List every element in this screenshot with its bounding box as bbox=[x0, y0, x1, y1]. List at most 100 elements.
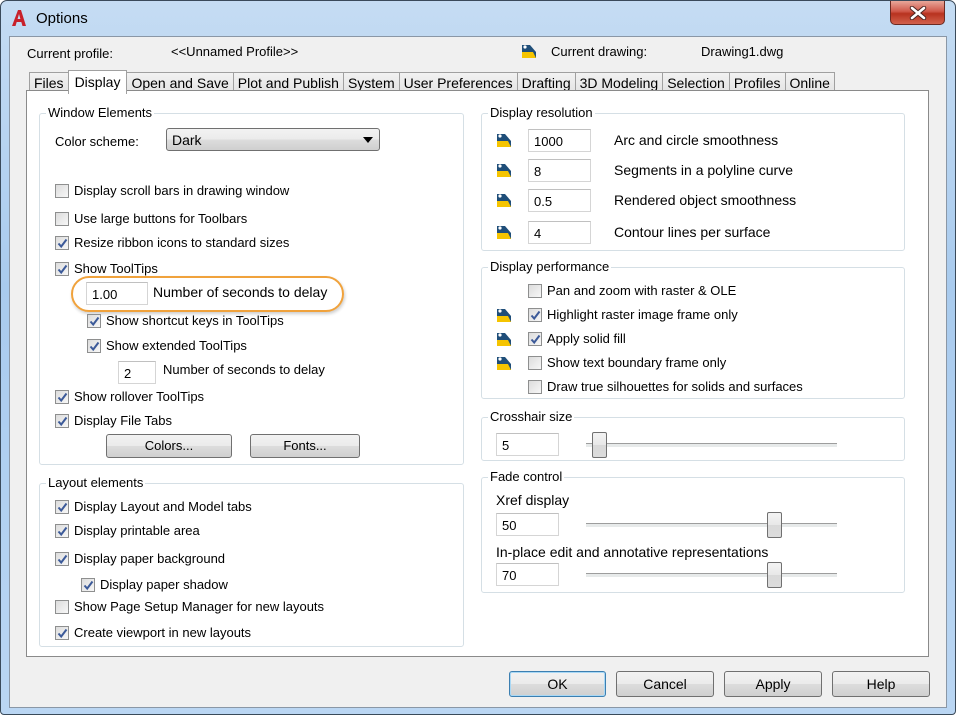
checkbox-label: Apply solid fill bbox=[547, 331, 626, 346]
checkbox-box[interactable] bbox=[528, 355, 542, 370]
checkbox-label: Display paper background bbox=[74, 551, 226, 566]
current-profile-value: <<Unnamed Profile>> bbox=[171, 44, 299, 59]
checkbox-extended-tooltips[interactable]: Show extended ToolTips bbox=[87, 338, 247, 353]
cancel-button[interactable]: Cancel bbox=[616, 671, 714, 697]
inplace-edit-label: In-place edit and annotative representat… bbox=[496, 544, 769, 560]
inplace-edit-input[interactable]: 70 bbox=[496, 563, 559, 586]
window-title: Options bbox=[36, 10, 88, 27]
checkbox-display-file-tabs[interactable]: Display File Tabs bbox=[55, 413, 172, 428]
checkbox-box[interactable] bbox=[55, 211, 69, 226]
checkbox-paper-shadow[interactable]: Display paper shadow bbox=[81, 577, 228, 592]
display-resolution-title: Display resolution bbox=[488, 105, 595, 120]
checkbox-resize-ribbon-icons[interactable]: Resize ribbon icons to standard sizes bbox=[55, 235, 289, 250]
checkbox-highlight-raster-frame[interactable]: Highlight raster image frame only bbox=[528, 307, 738, 322]
crosshair-size-title: Crosshair size bbox=[488, 409, 575, 424]
checkbox-label: Show ToolTips bbox=[74, 261, 158, 276]
slider-thumb[interactable] bbox=[767, 512, 783, 538]
checkmark-icon bbox=[57, 416, 68, 426]
slider-track bbox=[586, 573, 837, 577]
checkbox-display-scroll-bars[interactable]: Display scroll bars in drawing window bbox=[55, 183, 289, 198]
checkmark-icon bbox=[89, 341, 100, 351]
checkbox-apply-solid-fill[interactable]: Apply solid fill bbox=[528, 331, 626, 346]
ok-button[interactable]: OK bbox=[509, 671, 606, 697]
resolution-label: Rendered object smoothness bbox=[614, 192, 797, 208]
checkbox-box[interactable] bbox=[528, 307, 542, 322]
color-scheme-dropdown[interactable]: Dark bbox=[166, 128, 380, 151]
checkbox-label: Display scroll bars in drawing window bbox=[74, 183, 290, 198]
checkbox-box[interactable] bbox=[55, 523, 69, 538]
checkbox-layout-model-tabs[interactable]: Display Layout and Model tabs bbox=[55, 499, 252, 514]
close-button[interactable] bbox=[890, 1, 945, 25]
checkbox-box[interactable] bbox=[87, 313, 101, 328]
resolution-input[interactable]: 1000 bbox=[528, 129, 591, 152]
extended-delay-label: Number of seconds to delay bbox=[163, 362, 325, 377]
checkbox-box[interactable] bbox=[81, 577, 95, 592]
drawing-file-icon bbox=[496, 192, 512, 208]
checkbox-label: Create viewport in new layouts bbox=[74, 625, 252, 640]
checkbox-paper-background[interactable]: Display paper background bbox=[55, 551, 225, 566]
checkbox-box[interactable] bbox=[55, 413, 69, 428]
resolution-input[interactable]: 8 bbox=[528, 159, 591, 182]
xref-display-slider[interactable] bbox=[586, 512, 837, 538]
checkbox-rollover-tooltips[interactable]: Show rollover ToolTips bbox=[55, 389, 204, 404]
crosshair-size-slider[interactable] bbox=[586, 432, 837, 458]
checkbox-label: Resize ribbon icons to standard sizes bbox=[74, 235, 290, 250]
color-scheme-label: Color scheme: bbox=[55, 134, 139, 149]
display-performance-title: Display performance bbox=[488, 259, 612, 274]
slider-thumb[interactable] bbox=[591, 432, 607, 458]
slider-thumb[interactable] bbox=[767, 562, 783, 588]
checkbox-box[interactable] bbox=[55, 625, 69, 640]
resolution-input[interactable]: 4 bbox=[528, 221, 591, 244]
checkbox-box[interactable] bbox=[87, 338, 101, 353]
checkbox-true-silhouettes[interactable]: Draw true silhouettes for solids and sur… bbox=[528, 379, 803, 394]
checkmark-icon bbox=[530, 310, 541, 320]
checkbox-box[interactable] bbox=[55, 183, 69, 198]
extended-delay-input[interactable]: 2 bbox=[118, 361, 156, 384]
checkbox-show-tooltips[interactable]: Show ToolTips bbox=[55, 261, 158, 276]
checkmark-icon bbox=[57, 264, 68, 274]
checkmark-icon bbox=[57, 238, 68, 248]
checkbox-box[interactable] bbox=[528, 379, 542, 394]
checkbox-large-buttons[interactable]: Use large buttons for Toolbars bbox=[55, 211, 247, 226]
checkbox-box[interactable] bbox=[55, 551, 69, 566]
checkbox-label: Show shortcut keys in ToolTips bbox=[106, 313, 284, 328]
checkbox-page-setup-manager[interactable]: Show Page Setup Manager for new layouts bbox=[55, 599, 324, 614]
checkbox-box[interactable] bbox=[528, 283, 542, 298]
resolution-input[interactable]: 0.5 bbox=[528, 189, 591, 212]
checkbox-box[interactable] bbox=[55, 261, 69, 276]
checkbox-box[interactable] bbox=[55, 499, 69, 514]
current-drawing-label: Current drawing: bbox=[551, 44, 648, 59]
colors-button[interactable]: Colors... bbox=[106, 434, 232, 458]
checkbox-label: Display Layout and Model tabs bbox=[74, 499, 252, 514]
checkbox-box[interactable] bbox=[528, 331, 542, 346]
checkbox-label: Show text boundary frame only bbox=[547, 355, 727, 370]
checkbox-text-boundary-frame[interactable]: Show text boundary frame only bbox=[528, 355, 726, 370]
apply-button[interactable]: Apply bbox=[724, 671, 822, 697]
layout-elements-title: Layout elements bbox=[46, 475, 146, 490]
crosshair-size-input[interactable]: 5 bbox=[496, 433, 559, 456]
checkbox-create-viewport[interactable]: Create viewport in new layouts bbox=[55, 625, 251, 640]
checkbox-box[interactable] bbox=[55, 235, 69, 250]
checkbox-printable-area[interactable]: Display printable area bbox=[55, 523, 200, 538]
checkmark-icon bbox=[57, 392, 68, 402]
checkbox-box[interactable] bbox=[55, 599, 69, 614]
drawing-file-icon bbox=[496, 355, 512, 371]
fonts-button[interactable]: Fonts... bbox=[250, 434, 360, 458]
checkmark-icon bbox=[83, 580, 94, 590]
resolution-label: Segments in a polyline curve bbox=[614, 162, 793, 178]
drawing-file-icon bbox=[496, 331, 512, 347]
fade-control-title: Fade control bbox=[488, 469, 565, 484]
help-button[interactable]: Help bbox=[832, 671, 930, 697]
checkbox-label: Draw true silhouettes for solids and sur… bbox=[547, 379, 803, 394]
checkbox-label: Display paper shadow bbox=[100, 577, 228, 592]
checkbox-label: Show Page Setup Manager for new layouts bbox=[74, 599, 325, 614]
inplace-edit-slider[interactable] bbox=[586, 562, 837, 588]
xref-display-input[interactable]: 50 bbox=[496, 513, 559, 536]
tooltip-delay-input[interactable]: 1.00 bbox=[86, 282, 148, 305]
tab-display[interactable]: Display bbox=[67, 70, 128, 94]
checkbox-box[interactable] bbox=[55, 389, 69, 404]
title-bar[interactable]: Options bbox=[1, 1, 955, 37]
checkbox-shortcut-keys[interactable]: Show shortcut keys in ToolTips bbox=[87, 313, 284, 328]
window-elements-title: Window Elements bbox=[46, 105, 155, 120]
checkbox-pan-zoom-raster[interactable]: Pan and zoom with raster & OLE bbox=[528, 283, 736, 298]
